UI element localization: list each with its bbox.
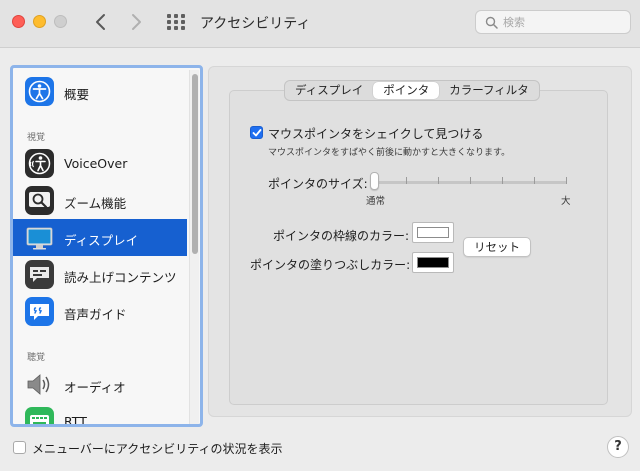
pointer-size-max-label: 大 [561, 196, 571, 207]
search-field[interactable] [475, 10, 631, 34]
outline-color-well[interactable] [412, 222, 454, 243]
voiceover-icon [25, 149, 54, 178]
tab-bar: ディスプレイ ポインタ カラーフィルタ [284, 80, 540, 101]
sidebar-item-general[interactable]: 概要 [13, 73, 187, 110]
sidebar-item-label: VoiceOver [64, 156, 128, 171]
window-title: アクセシビリティ [200, 16, 311, 32]
pointer-size-label: ポインタのサイズ: [268, 177, 368, 191]
slider-tick [566, 177, 567, 184]
scrollbar-thumb[interactable] [192, 74, 198, 254]
sidebar-item-label: 読み上げコンテンツ [64, 270, 177, 285]
sidebar-item-label: RTT [64, 414, 87, 427]
sidebar-item-rtt[interactable]: RTT [13, 403, 187, 427]
sidebar-item-display[interactable]: ディスプレイ [13, 219, 187, 256]
pointer-size-min-label: 通常 [366, 196, 386, 207]
sidebar-item-zoom[interactable]: ズーム機能 [13, 182, 187, 219]
close-window-button[interactable] [12, 15, 25, 28]
reset-button[interactable]: リセット [463, 237, 531, 257]
sidebar: 概要 視覚 VoiceOver ズーム機能 ディスプレイ 読み上げコンテンツ 音… [10, 65, 203, 427]
fill-color-swatch [417, 257, 449, 268]
display-icon [26, 227, 53, 250]
help-button[interactable]: ? [607, 436, 629, 458]
title-bar: アクセシビリティ [0, 0, 640, 48]
checkmark-icon [252, 129, 262, 137]
sidebar-item-audio[interactable]: オーディオ [13, 366, 187, 403]
accessibility-icon [25, 77, 54, 106]
slider-tick [438, 177, 439, 184]
show-in-menubar-label: メニューバーにアクセシビリティの状況を表示 [32, 442, 283, 456]
sidebar-item-label: 概要 [64, 87, 90, 102]
outline-color-swatch [417, 227, 449, 238]
show-in-menubar-checkbox[interactable] [13, 441, 26, 454]
grid-icon [167, 14, 185, 30]
descriptions-icon [25, 297, 54, 326]
sidebar-section-hearing: 聴覚 [27, 353, 46, 363]
sidebar-item-label: オーディオ [64, 380, 126, 395]
forward-button[interactable] [125, 10, 147, 34]
shake-to-locate-description: マウスポインタをすばやく前後に動かすと大きくなります。 [268, 148, 511, 158]
fill-color-label: ポインタの塗りつぶしカラー: [250, 258, 411, 272]
sidebar-item-label: 音声ガイド [64, 307, 127, 322]
sidebar-item-label: ズーム機能 [64, 196, 127, 211]
sidebar-item-label: ディスプレイ [64, 233, 139, 248]
speaker-icon [27, 374, 50, 395]
tab-display[interactable]: ディスプレイ [285, 81, 373, 100]
tab-color-filters[interactable]: カラーフィルタ [439, 81, 539, 100]
zoom-window-button[interactable] [54, 15, 67, 28]
sidebar-scrollbar[interactable] [189, 70, 199, 424]
outline-color-label: ポインタの枠線のカラー: [273, 229, 410, 243]
sidebar-item-descriptions[interactable]: 音声ガイド [13, 293, 187, 330]
zoom-icon [25, 186, 54, 215]
slider-tick [534, 177, 535, 184]
tab-pointer[interactable]: ポインタ [373, 82, 440, 99]
search-icon [485, 16, 498, 29]
fill-color-well[interactable] [412, 252, 454, 273]
chevron-left-icon [96, 14, 105, 30]
slider-tick [502, 177, 503, 184]
pointer-size-slider-knob[interactable] [370, 172, 379, 190]
spoken-content-icon [25, 260, 54, 289]
rtt-icon [25, 407, 54, 424]
back-button[interactable] [90, 10, 112, 34]
search-input[interactable] [503, 14, 623, 30]
sidebar-item-spoken-content[interactable]: 読み上げコンテンツ [13, 256, 187, 293]
show-all-button[interactable] [166, 13, 186, 31]
sidebar-item-voiceover[interactable]: VoiceOver [13, 145, 187, 182]
slider-tick [470, 177, 471, 184]
shake-to-locate-label: マウスポインタをシェイクして見つける [268, 127, 484, 141]
chevron-right-icon [132, 14, 141, 30]
shake-to-locate-checkbox[interactable] [250, 126, 263, 139]
slider-tick [406, 177, 407, 184]
sidebar-section-vision: 視覚 [27, 133, 46, 143]
minimize-window-button[interactable] [33, 15, 46, 28]
